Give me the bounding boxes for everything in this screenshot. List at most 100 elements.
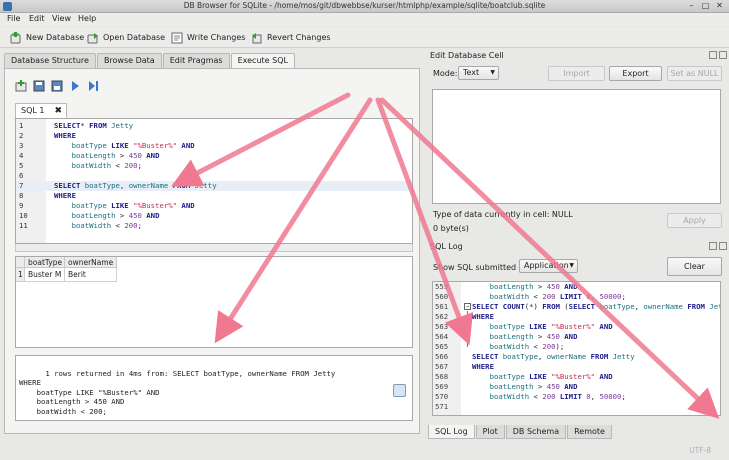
line-number: 563 — [435, 322, 449, 331]
set-null-button[interactable]: Set as NULL — [667, 66, 722, 81]
log-line[interactable]: 563 boatType LIKE "%Buster%" AND — [433, 322, 720, 332]
mode-label: Mode: — [433, 69, 458, 78]
row-header-corner — [16, 257, 25, 268]
code-line[interactable]: 5 boatWidth < 200; — [16, 161, 412, 171]
column-header-boattype[interactable]: boatType — [25, 257, 65, 268]
code-text: SELECT boatType, ownerName FROM Jetty — [54, 181, 217, 190]
sql-log-dock-buttons — [709, 242, 727, 250]
sql-log-view[interactable]: 559 boatLength > 450 AND 560 boatWidth < … — [432, 281, 721, 416]
sql-tab-label: SQL 1 — [21, 106, 45, 115]
tab-db-schema[interactable]: DB Schema — [505, 425, 567, 439]
minimize-icon[interactable]: – — [686, 1, 697, 11]
line-number: 9 — [19, 201, 24, 210]
menu-help[interactable]: Help — [78, 14, 96, 23]
show-sql-label: Show SQL submitted by — [433, 263, 529, 272]
log-line[interactable]: 561 SELECT COUNT(*) FROM (SELECT boatType… — [433, 302, 720, 312]
open-tab-icon[interactable] — [15, 80, 27, 92]
cell-type-info: Type of data currently in cell: NULL — [433, 210, 573, 219]
close-icon[interactable]: ✕ — [714, 1, 725, 11]
log-line[interactable]: 569 boatLength > 450 AND — [433, 382, 720, 392]
import-button[interactable]: Import — [548, 66, 605, 81]
code-line[interactable]: 8 WHERE — [16, 191, 412, 201]
line-number: 561 — [435, 302, 449, 311]
log-line[interactable]: 562 WHERE — [433, 312, 720, 322]
code-line[interactable]: 7 SELECT boatType, ownerName FROM Jetty — [16, 181, 412, 191]
execute-line-icon[interactable] — [87, 80, 99, 92]
menu-bar: File Edit View Help — [0, 13, 729, 26]
table-cell[interactable]: Berit — [65, 268, 117, 282]
save-sql-file-icon[interactable] — [51, 80, 63, 92]
close-tab-icon[interactable]: ✖ — [54, 104, 62, 118]
log-line[interactable]: 564 boatLength > 450 AND — [433, 332, 720, 342]
log-line[interactable]: 570 boatWidth < 200 LIMIT 0, 50000; — [433, 392, 720, 402]
line-number: 560 — [435, 292, 449, 301]
menu-view[interactable]: View — [52, 14, 71, 23]
code-line[interactable]: 4 boatLength > 450 AND — [16, 151, 412, 161]
edit-cell-title: Edit Database Cell — [430, 51, 504, 60]
apply-button[interactable]: Apply — [667, 213, 722, 228]
sql-editor[interactable]: 1 SELECT* FROM Jetty 2 WHERE 3 boatType LIKE… — [15, 118, 413, 244]
code-text: boatLength > 450 AND — [489, 282, 578, 291]
tab-plot[interactable]: Plot — [475, 425, 505, 439]
tab-edit-pragmas[interactable]: Edit Pragmas — [162, 53, 230, 68]
line-number: 4 — [19, 151, 24, 160]
code-line[interactable]: 3 boatType LIKE "%Buster%" AND — [16, 141, 412, 151]
tab-database-structure[interactable]: Database Structure — [4, 53, 96, 68]
sql-source-select[interactable]: Application ▼ — [519, 259, 578, 273]
execute-all-icon[interactable] — [69, 80, 81, 92]
log-line[interactable]: 565 boatWidth < 200); — [433, 342, 720, 352]
menu-file[interactable]: File — [7, 14, 20, 23]
execution-message-text: 1 rows returned in 4ms from: SELECT boat… — [19, 368, 336, 416]
maximize-icon[interactable]: □ — [700, 1, 711, 11]
close-icon[interactable] — [719, 242, 727, 250]
execute-sql-body: SQL 1 ✖ 1 SELECT* FROM Jetty 2 WHERE 3 boatT… — [4, 68, 420, 434]
line-number: 6 — [19, 171, 24, 180]
main-tabs: Database Structure Browse Data Edit Prag… — [4, 53, 296, 68]
open-database-button[interactable]: Open Database — [87, 30, 165, 45]
write-changes-button[interactable]: Write Changes — [171, 30, 245, 45]
editor-horizontal-scrollbar[interactable] — [15, 244, 413, 252]
mode-select[interactable]: Text ▼ — [458, 66, 499, 80]
results-grid[interactable]: boatType ownerName 1 Buster M Berit — [15, 256, 413, 348]
log-line[interactable]: 567 WHERE — [433, 362, 720, 372]
line-number: 11 — [19, 221, 28, 230]
line-number: 1 — [19, 121, 24, 130]
sql-editor-tab[interactable]: SQL 1 ✖ — [15, 103, 67, 118]
clear-log-button[interactable]: Clear — [667, 257, 722, 276]
column-header-ownername[interactable]: ownerName — [65, 257, 117, 268]
code-line[interactable]: 2 WHERE — [16, 131, 412, 141]
log-line[interactable]: 568 boatType LIKE "%Buster%" AND — [433, 372, 720, 382]
open-sql-file-icon[interactable] — [33, 80, 45, 92]
code-line[interactable]: 10 boatLength > 450 AND — [16, 211, 412, 221]
code-text: boatLength > 450 AND — [489, 332, 578, 341]
log-line[interactable]: 571 — [433, 402, 720, 412]
float-icon[interactable] — [709, 242, 717, 250]
cell-value-editor[interactable] — [432, 89, 721, 204]
edit-cell-dock-buttons — [709, 51, 727, 59]
line-number: 562 — [435, 312, 449, 321]
code-text: boatType LIKE "%Buster%" AND — [489, 372, 613, 381]
float-icon[interactable] — [709, 51, 717, 59]
log-line[interactable]: 559 boatLength > 450 AND — [433, 282, 720, 292]
code-line[interactable]: 9 boatType LIKE "%Buster%" AND — [16, 201, 412, 211]
close-icon[interactable] — [719, 51, 727, 59]
sql-source-value: Application — [524, 261, 569, 270]
fold-toggle-icon[interactable]: − — [464, 303, 471, 310]
code-line[interactable]: 11 boatWidth < 200; — [16, 221, 412, 231]
menu-edit[interactable]: Edit — [29, 14, 45, 23]
log-line[interactable]: 560 boatWidth < 200 LIMIT 0, 50000; — [433, 292, 720, 302]
tab-remote[interactable]: Remote — [567, 425, 612, 439]
tab-execute-sql[interactable]: Execute SQL — [230, 53, 295, 68]
code-line[interactable]: 1 SELECT* FROM Jetty — [16, 121, 412, 131]
code-line[interactable]: 6 — [16, 171, 412, 181]
save-results-icon[interactable] — [393, 384, 406, 397]
line-number: 567 — [435, 362, 449, 371]
sql-toolbar — [15, 79, 99, 93]
log-line[interactable]: 566 SELECT boatType, ownerName FROM Jetty — [433, 352, 720, 362]
tab-sql-log[interactable]: SQL Log — [428, 425, 475, 439]
tab-browse-data[interactable]: Browse Data — [96, 53, 162, 68]
new-database-button[interactable]: New Database — [10, 30, 84, 45]
table-cell[interactable]: Buster M — [25, 268, 65, 282]
export-button[interactable]: Export — [609, 66, 662, 81]
revert-changes-button[interactable]: Revert Changes — [251, 30, 331, 45]
